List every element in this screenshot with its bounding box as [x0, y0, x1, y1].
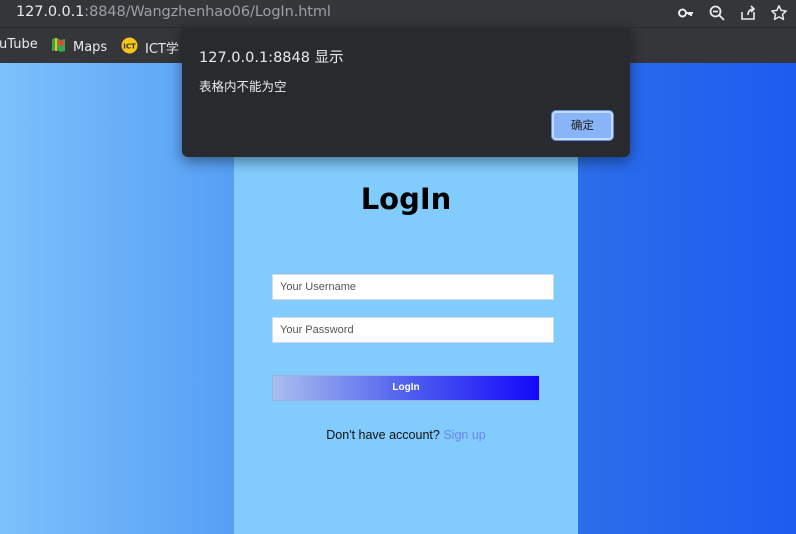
address-bar[interactable]: 127.0.0.1:8848/Wangzhenhao06/LogIn.html — [0, 0, 796, 27]
dialog-message: 表格内不能为空 — [199, 79, 287, 94]
ok-button[interactable]: 确定 — [552, 111, 613, 140]
dialog-title: 127.0.0.1:8848 显示 — [199, 50, 344, 66]
signup-prompt: Don't have account? — [326, 428, 444, 442]
login-button[interactable]: LogIn — [272, 375, 540, 401]
share-icon[interactable] — [739, 4, 757, 22]
bookmark-maps[interactable]: Maps — [51, 37, 107, 57]
signup-row: Don't have account? Sign up — [234, 428, 578, 442]
signup-link[interactable]: Sign up — [443, 428, 485, 442]
maps-icon — [51, 37, 66, 57]
url-path: :8848/Wangzhenhao06/LogIn.html — [84, 4, 331, 20]
svg-text:ICT: ICT — [123, 43, 136, 51]
zoom-out-icon[interactable] — [708, 4, 726, 22]
bookmark-label: ICT学 — [145, 42, 179, 57]
toolbar-icons — [677, 4, 788, 22]
ict-icon: ICT — [121, 37, 138, 58]
bookmark-youtube[interactable]: uTube — [0, 37, 38, 52]
key-icon[interactable] — [677, 4, 695, 22]
alert-dialog: 127.0.0.1:8848 显示 表格内不能为空 确定 — [182, 27, 630, 157]
url-host: 127.0.0.1 — [16, 4, 85, 20]
url-text[interactable]: 127.0.0.1:8848/Wangzhenhao06/LogIn.html — [16, 4, 331, 20]
bookmark-ict[interactable]: ICT ICT学 — [121, 37, 179, 58]
page-title: LogIn — [360, 182, 452, 216]
bookmark-label: Maps — [73, 39, 108, 55]
username-input[interactable] — [272, 274, 554, 300]
password-input[interactable] — [272, 317, 554, 343]
star-icon[interactable] — [770, 4, 788, 22]
bookmark-label: uTube — [0, 37, 38, 52]
